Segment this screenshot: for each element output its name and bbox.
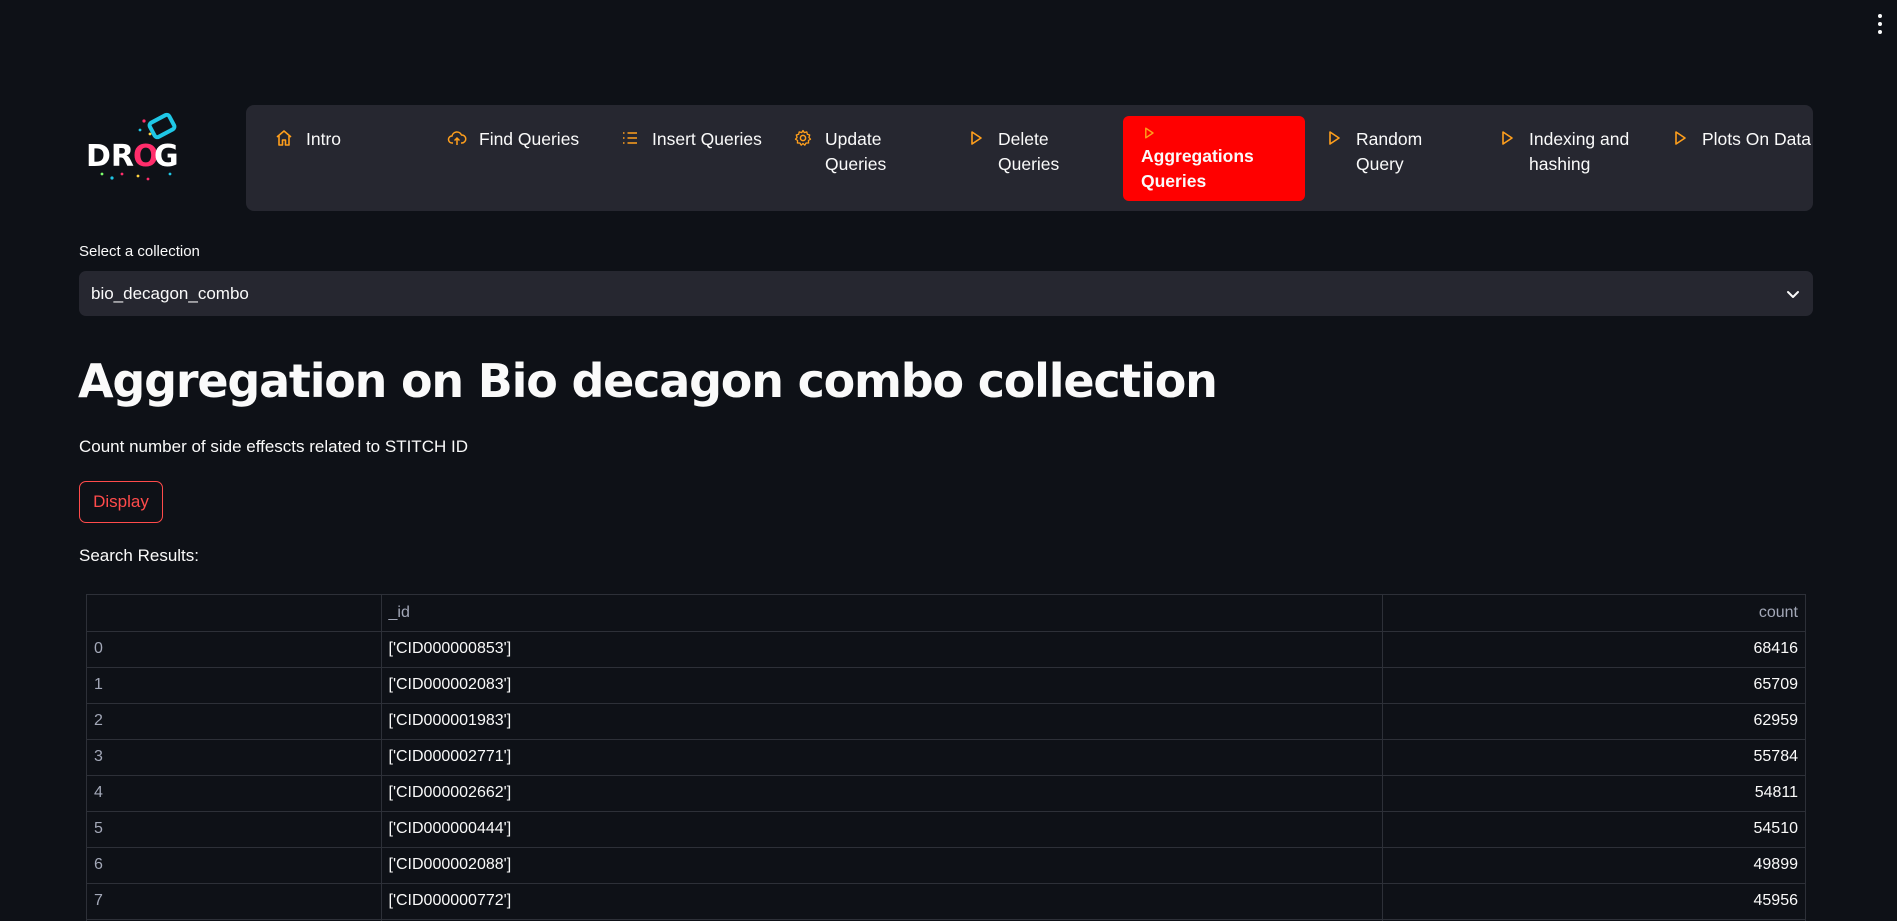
table-row[interactable]: 4 ['CID000002662'] 54811 [87, 775, 1805, 812]
page-title: Aggregation on Bio decagon combo collect… [78, 354, 1218, 408]
cloud-upload-icon [447, 131, 467, 145]
row-index: 4 [87, 775, 382, 812]
logo-graphic: DR O G [86, 112, 179, 181]
table-row[interactable]: 6 ['CID000002088'] 49899 [87, 847, 1805, 884]
results-dataframe: _id count 0 ['CID000000853'] 68416 1 ['C… [87, 595, 1805, 921]
nav-label: Aggregations Queries [1141, 146, 1254, 191]
row-index: 7 [87, 883, 382, 920]
nav-item-find-queries[interactable]: Find Queries [419, 116, 601, 201]
row-count: 49899 [1382, 847, 1805, 884]
display-button[interactable]: Display [79, 481, 163, 523]
results-table[interactable]: _id count 0 ['CID000000853'] 68416 1 ['C… [86, 594, 1806, 921]
nav-item-plots-on-data[interactable]: Plots On Data [1642, 116, 1813, 201]
collection-select[interactable]: bio_decagon_combo [79, 271, 1813, 316]
table-row[interactable]: 3 ['CID000002771'] 55784 [87, 739, 1805, 776]
table-row[interactable]: 5 ['CID000000444'] 54510 [87, 811, 1805, 848]
row-index: 3 [87, 739, 382, 776]
option-menu-navbar: Intro Find Queries Insert Queries Update… [246, 105, 1813, 211]
row-index: 5 [87, 811, 382, 848]
nav-label: Update Queries [825, 129, 887, 174]
list-icon [623, 132, 637, 144]
house-icon [276, 130, 292, 146]
table-row[interactable]: 2 ['CID000001983'] 62959 [87, 703, 1805, 740]
row-index: 6 [87, 847, 382, 884]
column-header-index[interactable] [87, 595, 382, 632]
nav-label: Insert Queries [652, 129, 762, 149]
gear-icon [794, 129, 812, 146]
svg-text:G: G [154, 139, 179, 174]
row-id: ['CID000002771'] [381, 739, 1383, 776]
row-count: 54510 [1382, 811, 1805, 848]
column-header-id[interactable]: _id [381, 595, 1383, 632]
collection-select-value: bio_decagon_combo [91, 283, 249, 303]
table-row[interactable]: 7 ['CID000000772'] 45956 [87, 883, 1805, 920]
row-id: ['CID000002083'] [381, 667, 1383, 704]
play-icon [1145, 127, 1154, 139]
row-id: ['CID000000444'] [381, 811, 1383, 848]
main-menu-kebab-icon[interactable] [1877, 14, 1883, 34]
nav-label: Random Query [1356, 129, 1423, 174]
table-row[interactable]: 1 ['CID000002083'] 65709 [87, 667, 1805, 704]
nav-item-insert-queries[interactable]: Insert Queries [592, 116, 774, 201]
play-icon [1502, 131, 1513, 145]
nav-label: Delete Queries [998, 129, 1060, 174]
row-index: 0 [87, 631, 382, 668]
row-id: ['CID000000772'] [381, 883, 1383, 920]
row-count: 68416 [1382, 631, 1805, 668]
nav-label: Find Queries [479, 129, 580, 149]
row-index: 2 [87, 703, 382, 740]
row-id: ['CID000000853'] [381, 631, 1383, 668]
nav-label: Intro [306, 129, 342, 149]
play-icon [1675, 131, 1686, 145]
nav-item-update-queries[interactable]: Update Queries [765, 116, 947, 201]
nav-label: Indexing and hashing [1529, 129, 1630, 174]
nav-item-random-query[interactable]: Random Query [1296, 116, 1478, 201]
svg-text:DR: DR [86, 139, 134, 174]
row-count: 55784 [1382, 739, 1805, 776]
table-row[interactable]: 0 ['CID000000853'] 68416 [87, 631, 1805, 668]
search-results-label: Search Results: [79, 546, 199, 565]
nav-item-indexing-and-hashing[interactable]: Indexing and hashing [1469, 116, 1651, 201]
column-header-count[interactable]: count [1382, 595, 1805, 632]
row-id: ['CID000001983'] [381, 703, 1383, 740]
row-id: ['CID000002088'] [381, 847, 1383, 884]
row-index: 1 [87, 667, 382, 704]
row-count: 62959 [1382, 703, 1805, 740]
nav-item-delete-queries[interactable]: Delete Queries [938, 116, 1120, 201]
collection-select-label: Select a collection [79, 243, 200, 260]
nav-item-aggregations-queries[interactable]: Aggregations Queries [1123, 116, 1305, 201]
table-header-row: _id count [87, 595, 1805, 632]
app-page: DR O G Intro Find Queries Insert Queries… [0, 0, 1897, 921]
drug-logo: DR O G [82, 104, 188, 186]
play-icon [1329, 131, 1340, 145]
row-id: ['CID000002662'] [381, 775, 1383, 812]
row-count: 45956 [1382, 883, 1805, 920]
nav-item-intro[interactable]: Intro [246, 116, 428, 201]
query-description: Count number of side effescts related to… [79, 437, 468, 456]
chevron-down-icon [1787, 290, 1799, 298]
play-icon [971, 131, 982, 145]
row-count: 65709 [1382, 667, 1805, 704]
row-count: 54811 [1382, 775, 1805, 812]
